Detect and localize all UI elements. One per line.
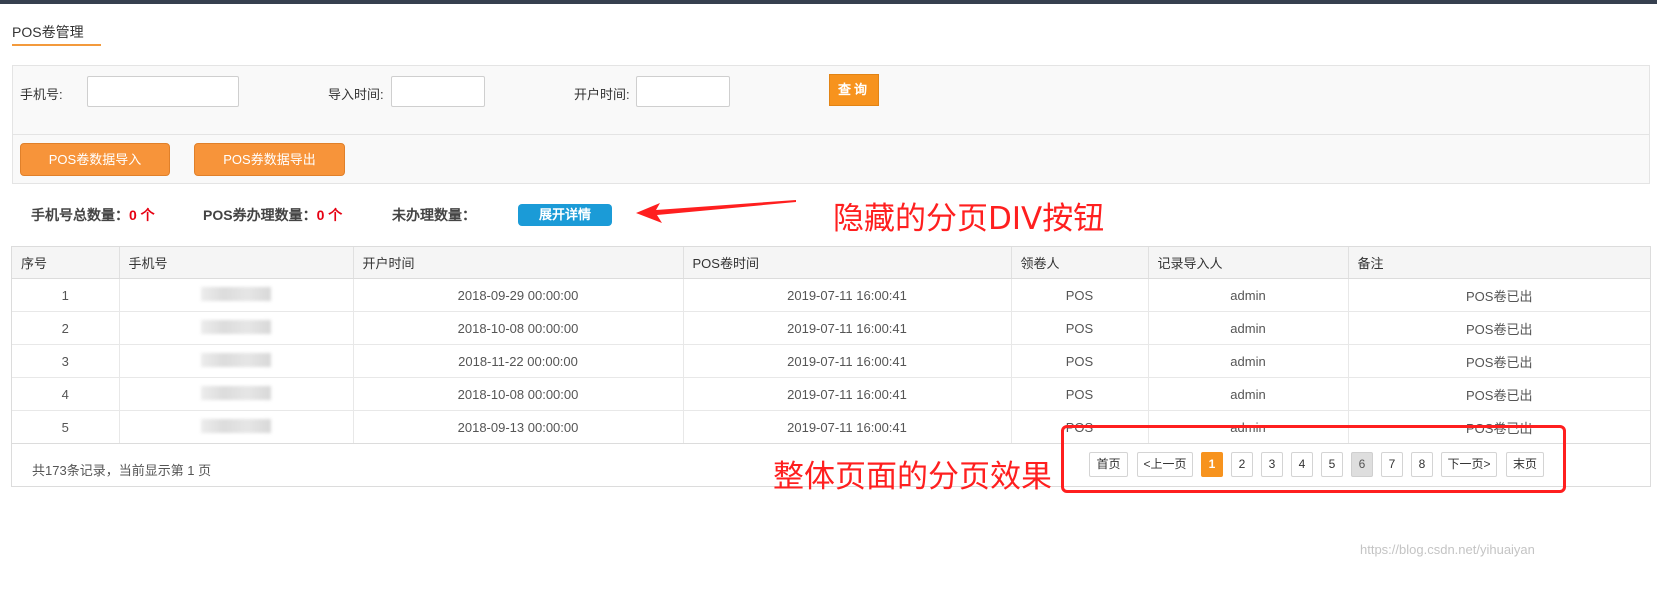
handled-count-value: 0 个 <box>316 207 343 223</box>
col-header-open-time[interactable]: 开户时间 <box>353 247 684 279</box>
cell-open-time: 2018-10-08 00:00:00 <box>353 311 684 345</box>
watermark: https://blog.csdn.net/yihuaiyan <box>1360 542 1535 557</box>
blurred-phone <box>201 418 271 433</box>
total-count-label: 手机号总数量： <box>31 207 129 223</box>
table-row[interactable]: 2 2018-10-08 00:00:00 2019-07-11 16:00:4… <box>12 311 1650 345</box>
col-header-receiver[interactable]: 领卷人 <box>1011 247 1149 279</box>
cell-no: 4 <box>12 377 120 411</box>
expand-details-button[interactable]: 展开详情 <box>518 204 612 226</box>
col-header-remark[interactable]: 备注 <box>1348 247 1650 279</box>
blurred-phone <box>201 385 271 400</box>
cell-remark: POS卷已出 <box>1348 311 1650 345</box>
table-row[interactable]: 1 2018-09-29 00:00:00 2019-07-11 16:00:4… <box>12 278 1650 312</box>
table-row[interactable]: 4 2018-10-08 00:00:00 2019-07-11 16:00:4… <box>12 377 1650 411</box>
cell-no: 3 <box>12 344 120 378</box>
phone-input[interactable] <box>87 76 239 107</box>
cell-importer: admin <box>1148 311 1349 345</box>
open-time-input[interactable] <box>636 76 730 107</box>
blurred-phone <box>201 286 271 301</box>
cell-no: 1 <box>12 278 120 312</box>
col-header-phone[interactable]: 手机号 <box>119 247 354 279</box>
cell-open-time: 2018-09-29 00:00:00 <box>353 278 684 312</box>
page-title: POS卷管理 <box>12 24 84 40</box>
import-pos-button[interactable]: POS卷数据导入 <box>20 143 170 176</box>
cell-importer: admin <box>1148 377 1349 411</box>
cell-phone <box>119 311 354 345</box>
export-pos-button[interactable]: POS券数据导出 <box>194 143 345 176</box>
total-count-value: 0 个 <box>129 207 155 223</box>
cell-importer: admin <box>1148 278 1349 312</box>
record-summary: 共173条记录，当前显示第 1 页 <box>32 463 212 478</box>
cell-phone <box>119 377 354 411</box>
handled-count-stat: POS券办理数量：0 个 <box>203 205 342 225</box>
table-header-row: 序号 手机号 开户时间 POS卷时间 领卷人 记录导入人 备注 <box>12 247 1650 279</box>
cell-pos-time: 2019-07-11 16:00:41 <box>683 344 1012 378</box>
import-time-label: 导入时间: <box>328 87 384 102</box>
cell-phone <box>119 410 354 444</box>
annotation-arrow-icon <box>636 200 796 223</box>
open-time-label: 开户时间: <box>574 87 630 102</box>
import-time-input[interactable] <box>391 76 485 107</box>
filter-divider <box>13 134 1649 135</box>
col-header-importer[interactable]: 记录导入人 <box>1148 247 1349 279</box>
total-count-stat: 手机号总数量：0 个 <box>31 205 155 225</box>
cell-open-time: 2018-10-08 00:00:00 <box>353 377 684 411</box>
top-bar <box>0 0 1657 4</box>
col-header-pos-time[interactable]: POS卷时间 <box>683 247 1012 279</box>
cell-pos-time: 2019-07-11 16:00:41 <box>683 410 1012 444</box>
cell-phone <box>119 278 354 312</box>
cell-remark: POS卷已出 <box>1348 377 1650 411</box>
blurred-phone <box>201 352 271 367</box>
unhandled-count-label: 未办理数量： <box>392 207 476 223</box>
col-header-no[interactable]: 序号 <box>12 247 120 279</box>
cell-receiver: POS <box>1011 344 1149 378</box>
cell-remark: POS卷已出 <box>1348 278 1650 312</box>
cell-pos-time: 2019-07-11 16:00:41 <box>683 278 1012 312</box>
cell-open-time: 2018-11-22 00:00:00 <box>353 344 684 378</box>
cell-receiver: POS <box>1011 311 1149 345</box>
cell-importer: admin <box>1148 344 1349 378</box>
cell-no: 2 <box>12 311 120 345</box>
blurred-phone <box>201 319 271 334</box>
cell-open-time: 2018-09-13 00:00:00 <box>353 410 684 444</box>
annotation-hidden-pager: 隐藏的分页DIV按钮 <box>833 201 1105 237</box>
handled-count-label: POS券办理数量： <box>203 207 317 223</box>
cell-pos-time: 2019-07-11 16:00:41 <box>683 311 1012 345</box>
cell-receiver: POS <box>1011 377 1149 411</box>
cell-no: 5 <box>12 410 120 444</box>
cell-receiver: POS <box>1011 278 1149 312</box>
cell-pos-time: 2019-07-11 16:00:41 <box>683 377 1012 411</box>
annotation-pager-box <box>1061 425 1566 493</box>
data-table: 序号 手机号 开户时间 POS卷时间 领卷人 记录导入人 备注 1 2018-0… <box>12 247 1650 444</box>
cell-phone <box>119 344 354 378</box>
table-row[interactable]: 3 2018-11-22 00:00:00 2019-07-11 16:00:4… <box>12 344 1650 378</box>
page-title-underline <box>12 44 101 46</box>
search-button[interactable]: 查询 <box>829 74 879 106</box>
cell-remark: POS卷已出 <box>1348 344 1650 378</box>
annotation-page-pager: 整体页面的分页效果 <box>773 459 1052 495</box>
phone-label: 手机号: <box>20 87 63 102</box>
